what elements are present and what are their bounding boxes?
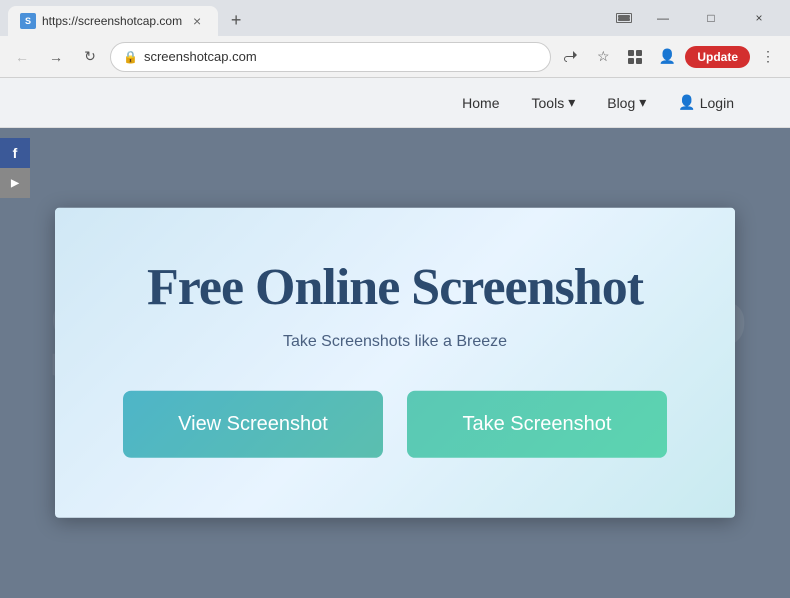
address-bar: ← → ↻ 🔒 screenshotcap.com ☆ 👤: [0, 36, 790, 78]
nav-blog[interactable]: Blog ▾: [591, 78, 662, 127]
browser-chrome: S https://screenshotcap.com × + — □ × ← …: [0, 0, 790, 78]
facebook-button[interactable]: f: [0, 138, 30, 168]
window-controls: — □ ×: [640, 4, 782, 32]
maximize-button[interactable]: □: [688, 4, 734, 32]
url-bar[interactable]: 🔒 screenshotcap.com: [110, 42, 551, 72]
bookmark-icon[interactable]: ☆: [589, 43, 617, 71]
social-sidebar: f ▶: [0, 138, 30, 198]
login-user-icon: 👤: [678, 94, 695, 111]
tab-favicon: S: [20, 13, 36, 29]
more-menu-icon[interactable]: ⋮: [754, 43, 782, 71]
hero-buttons: View Screenshot Take Screenshot: [95, 391, 695, 458]
tab-title: https://screenshotcap.com: [42, 14, 182, 28]
site-navigation: Home Tools ▾ Blog ▾ 👤 Login: [0, 78, 790, 128]
take-screenshot-button[interactable]: Take Screenshot: [407, 391, 667, 458]
view-screenshot-button[interactable]: View Screenshot: [123, 391, 383, 458]
nav-login[interactable]: 👤 Login: [662, 78, 750, 127]
website-wrapper: SCREENCAP Home Tools ▾ Blog ▾ 👤 Login f …: [0, 78, 790, 598]
minimize-button[interactable]: —: [640, 4, 686, 32]
hero-subtitle: Take Screenshots like a Breeze: [95, 333, 695, 351]
social-button-2[interactable]: ▶: [0, 168, 30, 198]
nav-home[interactable]: Home: [446, 78, 515, 127]
tab-close-button[interactable]: ×: [188, 12, 206, 30]
update-button[interactable]: Update: [685, 46, 750, 68]
profile-extension-icon[interactable]: [621, 43, 649, 71]
hero-title: Free Online Screenshot: [95, 258, 695, 317]
lock-icon: 🔒: [123, 50, 138, 64]
reload-button[interactable]: ↻: [76, 43, 104, 71]
share-icon[interactable]: [557, 43, 585, 71]
blog-dropdown-icon: ▾: [639, 94, 646, 111]
url-text: screenshotcap.com: [144, 49, 538, 64]
profile-icon[interactable]: 👤: [653, 43, 681, 71]
forward-button[interactable]: →: [42, 43, 70, 71]
address-actions: ☆ 👤 Update ⋮: [557, 43, 782, 71]
tab-strip: S https://screenshotcap.com × +: [8, 0, 612, 36]
browser-tab[interactable]: S https://screenshotcap.com ×: [8, 6, 218, 36]
back-button[interactable]: ←: [8, 43, 36, 71]
nav-tools[interactable]: Tools ▾: [516, 78, 592, 127]
hero-section: Free Online Screenshot Take Screenshots …: [55, 208, 735, 518]
close-button[interactable]: ×: [736, 4, 782, 32]
tab-tile-icon: [616, 13, 632, 23]
tools-dropdown-icon: ▾: [568, 94, 575, 111]
title-bar: S https://screenshotcap.com × + — □ ×: [0, 0, 790, 36]
new-tab-button[interactable]: +: [222, 6, 250, 34]
